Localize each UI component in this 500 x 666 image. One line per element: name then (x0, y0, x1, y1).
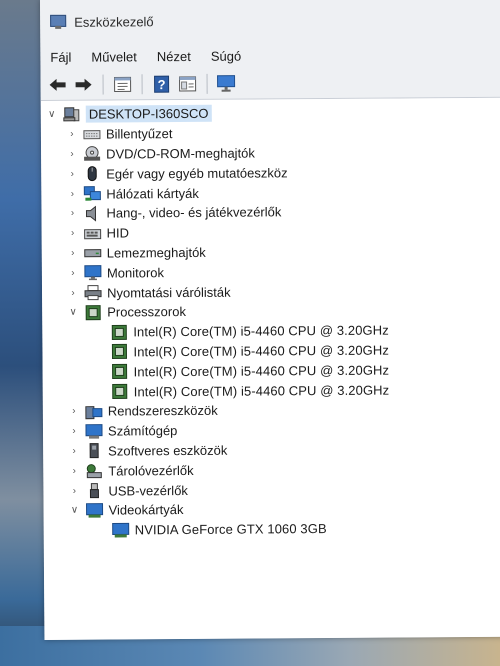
category-label: Szoftveres eszközök (108, 442, 228, 459)
properties-icon (114, 76, 132, 92)
toolbar: ? (40, 66, 500, 101)
category-label: Lemezmeghajtók (106, 244, 206, 261)
display-adapter-icon (86, 502, 104, 518)
computer-icon (85, 423, 103, 439)
expand-chevron-icon[interactable]: › (67, 426, 81, 437)
mouse-icon (83, 166, 101, 182)
device-label: NVIDIA GeForce GTX 1060 3GB (134, 521, 327, 538)
title-bar[interactable]: Eszközkezelő (40, 0, 500, 44)
computer-icon (63, 107, 81, 123)
processor-icon (110, 344, 128, 360)
category-label: Tárolóvezérlők (108, 462, 194, 479)
properties-button[interactable] (112, 73, 134, 95)
expand-chevron-icon[interactable]: › (67, 446, 81, 457)
device-label: Intel(R) Core(TM) i5-4460 CPU @ 3.20GHz (133, 322, 389, 340)
toolbar-separator (102, 74, 104, 95)
hid-icon (84, 225, 102, 241)
processor-icon (111, 383, 129, 400)
network-icon (83, 186, 101, 202)
speaker-icon (83, 205, 101, 222)
help-button[interactable]: ? (151, 73, 173, 95)
system-devices-icon (85, 403, 103, 420)
device-label: Intel(R) Core(TM) i5-4460 CPU @ 3.20GHz (133, 382, 390, 399)
device-manager-icon (50, 14, 67, 29)
storage-controller-icon (85, 463, 103, 479)
category-label: Monitorok (106, 264, 165, 281)
expand-chevron-icon[interactable]: › (65, 129, 79, 140)
category-label: Nyomtatási várólisták (106, 284, 231, 301)
device-item-gpu-0[interactable]: NVIDIA GeForce GTX 1060 3GB (44, 517, 500, 540)
category-label: DVD/CD-ROM-meghajtók (106, 145, 255, 162)
back-button[interactable] (47, 74, 69, 96)
monitor-icon (84, 265, 102, 281)
scan-monitor-icon (217, 75, 236, 92)
usb-icon (85, 483, 103, 499)
software-device-icon (85, 443, 103, 459)
expand-chevron-icon[interactable]: › (67, 485, 81, 496)
back-arrow-icon (49, 78, 66, 91)
category-label: Processzorok (107, 304, 186, 320)
device-tree[interactable]: ∨ DESKTOP-I360SCO › Billentyűzet › DVD/C… (40, 97, 500, 640)
forward-button[interactable] (73, 74, 95, 96)
help-icon: ? (154, 75, 170, 93)
expand-chevron-icon[interactable]: › (65, 208, 79, 219)
expand-chevron-icon[interactable]: › (67, 406, 81, 417)
keyboard-icon (83, 126, 101, 142)
toolbar-separator (141, 74, 143, 95)
collapse-chevron-icon[interactable]: ∨ (66, 307, 80, 318)
disk-drive-icon (84, 245, 102, 261)
printer-icon (84, 285, 102, 301)
menu-view[interactable]: Nézet (157, 48, 191, 63)
window-title: Eszközkezelő (74, 13, 154, 30)
expand-chevron-icon[interactable]: › (66, 287, 80, 298)
device-label: Intel(R) Core(TM) i5-4460 CPU @ 3.20GHz (133, 342, 390, 360)
category-label: Billentyűzet (105, 126, 173, 142)
category-label: Rendszereszközök (107, 403, 218, 419)
expand-chevron-icon[interactable]: › (66, 267, 80, 279)
collapse-chevron-icon[interactable]: ∨ (45, 109, 59, 120)
menu-bar: Fájl Művelet Nézet Súgó (40, 40, 500, 70)
collapse-chevron-icon[interactable]: ∨ (68, 505, 82, 516)
category-label: Hálózati kártyák (106, 185, 199, 202)
device-manager-window: Eszközkezelő Fájl Művelet Nézet Súgó ? ∨… (40, 0, 500, 640)
display-adapter-icon (112, 522, 130, 538)
expand-chevron-icon[interactable]: › (65, 188, 79, 199)
expand-chevron-icon[interactable]: › (65, 149, 79, 160)
svg-text:?: ? (158, 77, 166, 92)
menu-help[interactable]: Súgó (211, 48, 241, 63)
expand-chevron-icon[interactable]: › (65, 169, 79, 180)
root-computer-label: DESKTOP-I360SCO (85, 105, 212, 124)
forward-arrow-icon (75, 78, 92, 91)
expand-chevron-icon[interactable]: › (66, 248, 80, 259)
processor-icon (110, 324, 128, 340)
category-label: Számítógép (107, 423, 178, 439)
processor-icon (84, 304, 102, 321)
menu-file[interactable]: Fájl (50, 49, 71, 64)
toolbar-separator (206, 73, 208, 94)
expand-chevron-icon[interactable]: › (66, 228, 80, 239)
device-label: Intel(R) Core(TM) i5-4460 CPU @ 3.20GHz (133, 362, 390, 380)
category-label: HID (106, 225, 130, 241)
view-icon (179, 76, 197, 92)
expand-chevron-icon[interactable]: › (67, 465, 81, 476)
view-button[interactable] (177, 73, 199, 95)
category-label: USB-vezérlők (108, 482, 188, 499)
category-label: Hang-, video- és játékvezérlők (106, 204, 282, 221)
disc-drive-icon (83, 146, 101, 162)
menu-action[interactable]: Művelet (91, 49, 137, 64)
category-label: Videokártyák (108, 502, 184, 518)
processor-icon (111, 364, 129, 380)
category-label: Egér vagy egyéb mutatóeszköz (106, 165, 288, 182)
scan-hardware-button[interactable] (216, 73, 238, 95)
